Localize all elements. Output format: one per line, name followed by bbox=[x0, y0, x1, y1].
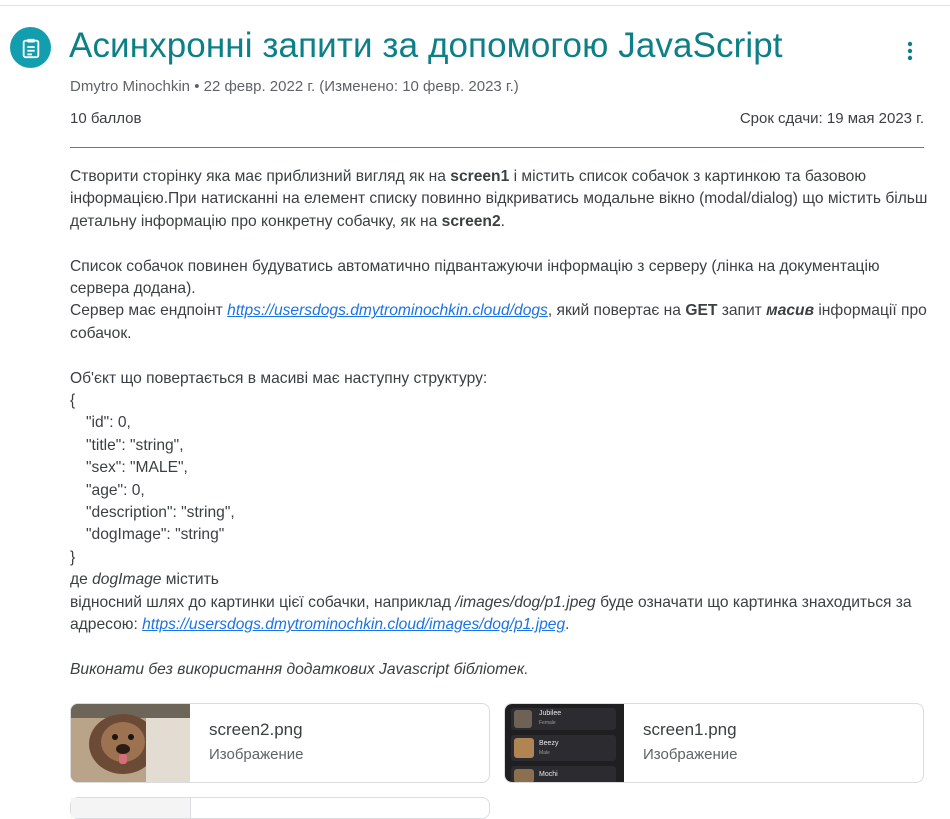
paragraph-3: Сервер має ендпоінт https://usersdogs.dm… bbox=[70, 302, 927, 342]
attachment-screen1[interactable]: Jubilee Female Beezy Male Mochi screen1.… bbox=[504, 703, 924, 783]
code-line: "dogImage": "string" bbox=[86, 526, 225, 544]
thumb-item-sex: Male bbox=[539, 750, 550, 756]
paragraph-2: Список собачок повинен будуватись автома… bbox=[70, 257, 880, 298]
thumb-item-name: Beezy bbox=[539, 740, 559, 747]
image-example-link[interactable]: https://usersdogs.dmytrominochkin.cloud/… bbox=[142, 616, 565, 633]
code-line: { bbox=[70, 392, 76, 410]
assignment-title: Асинхронні запити за допомогою JavaScrip… bbox=[69, 26, 783, 65]
thumb-item-sex: Female bbox=[539, 720, 556, 726]
more-options-button[interactable] bbox=[893, 34, 927, 68]
code-line: "sex": "MALE", bbox=[86, 459, 188, 477]
paragraph-6: відносний шлях до картинки цієї собачки,… bbox=[70, 593, 912, 634]
attachment-screen2[interactable]: screen2.png Изображение bbox=[70, 703, 490, 783]
attachment-type: Изображение bbox=[209, 746, 304, 763]
assignment-points: 10 баллов bbox=[70, 110, 142, 127]
dogs-endpoint-link[interactable]: https://usersdogs.dmytrominochkin.cloud/… bbox=[227, 302, 548, 319]
attachment-filename: screen2.png bbox=[209, 720, 303, 739]
attachment-type: Изображение bbox=[643, 746, 738, 763]
header-divider bbox=[70, 147, 924, 148]
attachment-filename: screen1.png bbox=[643, 720, 737, 739]
code-line: "title": "string", bbox=[86, 436, 184, 454]
assignment-meta: Dmytro Minochkin • 22 февр. 2022 г. (Изм… bbox=[70, 78, 519, 95]
more-vert-icon bbox=[907, 41, 913, 61]
code-line: } bbox=[70, 548, 76, 566]
attachment-thumbnail: Jubilee Female Beezy Male Mochi bbox=[505, 704, 624, 782]
top-divider bbox=[0, 5, 950, 6]
thumb-item-name: Mochi bbox=[539, 771, 558, 778]
attachment-card-partial[interactable] bbox=[70, 797, 490, 819]
code-line: "age": 0, bbox=[86, 481, 145, 499]
paragraph-5: де dogImage містить bbox=[70, 571, 219, 589]
code-line: "id": 0, bbox=[86, 414, 131, 432]
attachment-thumbnail bbox=[71, 798, 191, 818]
paragraph-4: Об'єкт що повертається в масиві має наст… bbox=[70, 369, 488, 387]
thumb-item-name: Jubilee bbox=[539, 710, 562, 717]
attachment-thumbnail bbox=[71, 704, 190, 782]
code-line: "description": "string", bbox=[86, 504, 235, 522]
assignment-description: Створити сторінку яка має приблизний виг… bbox=[70, 166, 940, 681]
paragraph-7: Виконати без використання додаткових Jav… bbox=[70, 660, 529, 678]
assignment-icon bbox=[10, 27, 51, 68]
paragraph-1: Створити сторінку яка має приблизний виг… bbox=[70, 168, 928, 230]
due-date: Срок сдачи: 19 мая 2023 г. bbox=[739, 110, 924, 127]
